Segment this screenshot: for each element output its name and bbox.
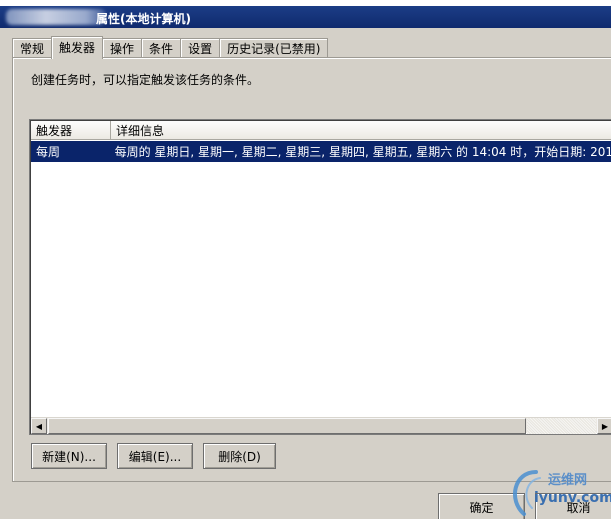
row-trigger-cell: 每周 <box>36 145 61 159</box>
scroll-right-arrow-icon[interactable]: ▶ <box>597 418 611 434</box>
tab-strip: 常规 触发器 操作 条件 设置 历史记录(已禁用) <box>12 36 329 59</box>
triggers-list[interactable]: 触发器 详细信息 每周 每周的 星期日, 星期一, 星期二, 星期三, 星期四,… <box>29 119 611 435</box>
column-header-details[interactable]: 详细信息 <box>111 121 611 140</box>
list-header: 触发器 详细信息 <box>31 121 611 140</box>
tab-actions[interactable]: 操作 <box>102 38 143 58</box>
column-header-trigger[interactable]: 触发器 <box>31 121 111 140</box>
title-redacted-region <box>6 9 106 25</box>
new-button[interactable]: 新建(N)... <box>31 443 107 469</box>
window-title: 属性(本地计算机) <box>96 12 191 26</box>
panel-description: 创建任务时，可以指定触发该任务的条件。 <box>31 73 260 87</box>
table-row[interactable]: 每周 每周的 星期日, 星期一, 星期二, 星期三, 星期四, 星期五, 星期六… <box>31 141 611 162</box>
delete-button[interactable]: 删除(D) <box>203 443 276 469</box>
tab-conditions[interactable]: 条件 <box>141 38 182 58</box>
scrollbar-track[interactable] <box>527 418 596 434</box>
ok-button[interactable]: 确定 <box>438 493 525 519</box>
edit-button[interactable]: 编辑(E)... <box>117 443 193 469</box>
cancel-button[interactable]: 取消 <box>535 493 611 519</box>
tab-settings[interactable]: 设置 <box>180 38 221 58</box>
scroll-left-arrow-icon[interactable]: ◀ <box>31 418 47 434</box>
tab-history[interactable]: 历史记录(已禁用) <box>219 38 329 58</box>
row-details-cell: 每周的 星期日, 星期一, 星期二, 星期三, 星期四, 星期五, 星期六 的 … <box>114 145 611 159</box>
tab-triggers[interactable]: 触发器 <box>51 36 104 59</box>
scrollbar-thumb[interactable] <box>48 418 526 434</box>
tab-general[interactable]: 常规 <box>12 38 53 58</box>
horizontal-scrollbar[interactable]: ◀ ▶ <box>31 417 611 434</box>
title-bar: 属性(本地计算机) <box>0 6 611 28</box>
